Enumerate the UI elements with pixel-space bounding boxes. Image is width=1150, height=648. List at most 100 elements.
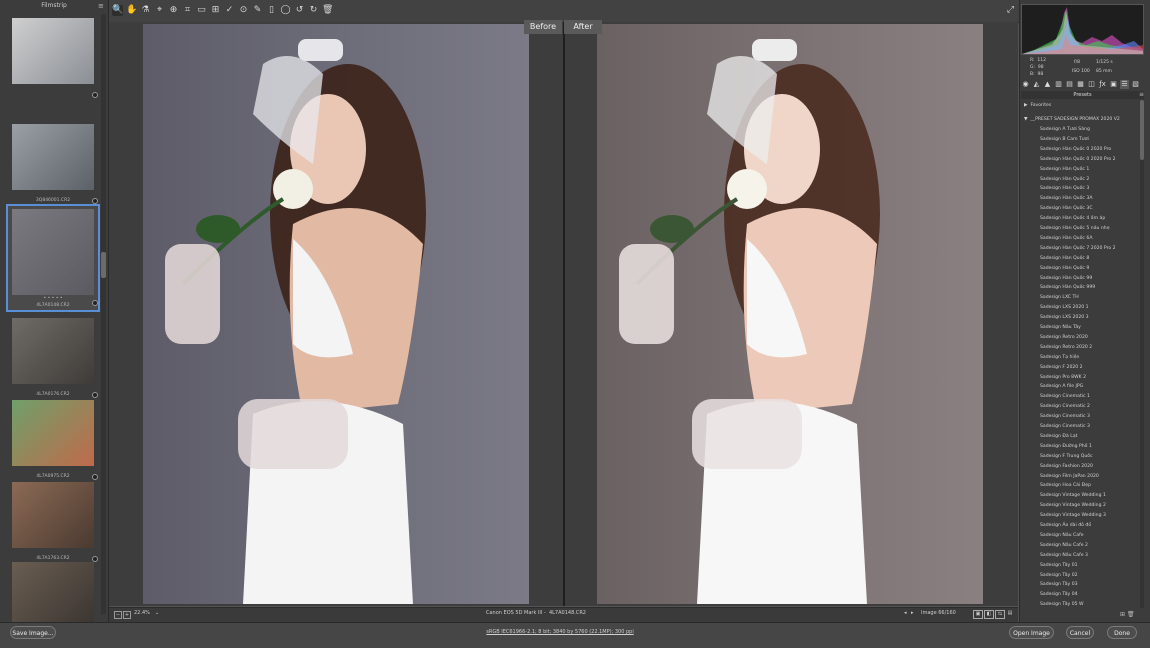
- preset-item[interactable]: Sadesign Cinematic 3: [1040, 422, 1140, 431]
- crop-icon[interactable]: ⌗: [182, 5, 193, 16]
- red-eye-icon[interactable]: ⊙: [238, 5, 249, 16]
- presets-scrollbar[interactable]: [1140, 100, 1144, 608]
- preset-item[interactable]: ★Sadesign B Cam Tươi: [1040, 135, 1140, 144]
- preset-item[interactable]: ★Sadesign F Trung Quốc: [1040, 452, 1140, 461]
- preset-item[interactable]: Sadesign Vintage Wedding 3: [1040, 511, 1140, 520]
- preset-item[interactable]: Sadesign Tây 02: [1040, 571, 1140, 580]
- tab-tone-curve-icon[interactable]: ◭: [1032, 80, 1041, 89]
- preset-group[interactable]: ▼ __PRESET SADESIGN PROMAX 2020 V2: [1024, 117, 1120, 122]
- preset-item[interactable]: Sadesign Fashion 2020: [1040, 462, 1140, 471]
- next-image-icon[interactable]: ▸: [911, 610, 917, 616]
- presets-scrollbar-thumb[interactable]: [1140, 100, 1144, 160]
- straighten-icon[interactable]: ▭: [196, 5, 207, 16]
- hand-icon[interactable]: ✋: [126, 5, 137, 16]
- zoom-out-icon[interactable]: −: [114, 611, 122, 619]
- preset-item[interactable]: Sadesign Film JaPan 2020: [1040, 472, 1140, 481]
- preset-item[interactable]: Sadesign Hàn Quốc 2: [1040, 175, 1140, 184]
- swap-view-icon[interactable]: ⇆: [995, 610, 1005, 619]
- preset-item[interactable]: Sadesign Tây 01: [1040, 561, 1140, 570]
- filmstrip-menu-icon[interactable]: ≡: [98, 2, 106, 10]
- tab-basic-icon[interactable]: ◉: [1021, 80, 1030, 89]
- preset-item[interactable]: Sadesign Tây 05 W: [1040, 600, 1140, 609]
- preset-item[interactable]: Sadesign Tây 04: [1040, 590, 1140, 599]
- thumb-image[interactable]: [12, 18, 94, 84]
- filmstrip-thumb[interactable]: 4L7A0975.CR2: [8, 400, 98, 480]
- tab-detail-icon[interactable]: ▲: [1043, 80, 1052, 89]
- filmstrip-scrollbar-thumb[interactable]: [101, 252, 106, 278]
- view-compare-icon[interactable]: ◧: [984, 610, 994, 619]
- preset-item[interactable]: Sadesign Cinematic 2: [1040, 402, 1140, 411]
- filmstrip-thumb[interactable]: 3Q846001.CR2: [8, 124, 98, 204]
- new-preset-icon[interactable]: ⊞: [1120, 611, 1125, 618]
- preset-item[interactable]: Sadesign Đường Phố 1: [1040, 442, 1140, 451]
- preset-item[interactable]: Sadesign Vintage Wedding 2: [1040, 501, 1140, 510]
- preset-item[interactable]: Sadesign Hàn Quốc 1: [1040, 165, 1140, 174]
- filmstrip-thumb[interactable]: 4L7A1763.CR2: [8, 482, 98, 562]
- preset-item[interactable]: Sadesign Hàn Quốc 8: [1040, 254, 1140, 263]
- preset-item[interactable]: Sadesign Nâu Cafe 3: [1040, 551, 1140, 560]
- preset-item[interactable]: Sadesign Vintage Wedding 1: [1040, 491, 1140, 500]
- preset-item[interactable]: ★Sadesign LXS 2020 3: [1040, 313, 1140, 322]
- zoom-icon[interactable]: 🔍: [112, 5, 123, 16]
- preset-item[interactable]: Sadesign Hàn Quốc 9: [1040, 264, 1140, 273]
- graduated-filter-icon[interactable]: ▯: [266, 5, 277, 16]
- preset-item[interactable]: Sadesign Hàn Quốc 4 ấm áp: [1040, 214, 1140, 223]
- filmstrip-thumb[interactable]: 4L7A0176.CR2: [8, 318, 98, 398]
- target-adjust-icon[interactable]: ⊕: [168, 5, 179, 16]
- preset-item[interactable]: Sadesign LXC TH: [1040, 293, 1140, 302]
- view-single-icon[interactable]: ▣: [973, 610, 983, 619]
- preset-item[interactable]: ★Sadesign LXS 2020 1: [1040, 303, 1140, 312]
- prev-image-icon[interactable]: ◂: [904, 610, 910, 616]
- preset-item[interactable]: Sadesign Hàn Quốc 5 nâu nhẹ: [1040, 224, 1140, 233]
- expand-arrow-icon[interactable]: ▶: [1024, 103, 1028, 108]
- done-button[interactable]: Done: [1107, 626, 1137, 639]
- preset-item[interactable]: Sadesign Cinematic 1: [1040, 392, 1140, 401]
- presets-menu-icon[interactable]: ≡: [1139, 91, 1145, 99]
- thumb-image[interactable]: [12, 400, 94, 466]
- preset-item[interactable]: Sadesign Hàn Quốc 99: [1040, 274, 1140, 283]
- spot-removal-icon[interactable]: ✓: [224, 5, 235, 16]
- transform-icon[interactable]: ⊞: [210, 5, 221, 16]
- thumb-image[interactable]: [12, 562, 94, 628]
- tab-split-toning-icon[interactable]: ▤: [1065, 80, 1074, 89]
- preset-item[interactable]: Sadesign Hoa Cái Đẹp: [1040, 481, 1140, 490]
- thumb-rating[interactable]: • • • • •: [8, 296, 98, 301]
- after-label[interactable]: After: [564, 20, 602, 34]
- tab-presets-icon[interactable]: ☰: [1120, 80, 1129, 89]
- preset-item[interactable]: ★Sadesign A Tươi Sáng: [1040, 125, 1140, 134]
- radial-filter-icon[interactable]: ◯: [280, 5, 291, 16]
- trash-icon[interactable]: 🗑: [322, 5, 333, 16]
- tab-transform-icon[interactable]: ◫: [1087, 80, 1096, 89]
- preset-item[interactable]: Sadesign Retro 2020: [1040, 333, 1140, 342]
- filmstrip-thumb[interactable]: • • • • • 4L7A0148.CR2: [6, 204, 100, 312]
- view-options-icon[interactable]: ▤: [1006, 610, 1014, 617]
- save-image-button[interactable]: Save Image...: [10, 626, 56, 639]
- preset-item[interactable]: Sadesign Hàn Quốc 3C: [1040, 204, 1140, 213]
- delete-preset-icon[interactable]: 🗑: [1127, 611, 1135, 618]
- filmstrip-scrollbar[interactable]: [101, 14, 106, 614]
- brush-icon[interactable]: ✎: [252, 5, 263, 16]
- preset-item[interactable]: Sadesign Nâu Cafe 2: [1040, 541, 1140, 550]
- preset-item[interactable]: ★Sadesign Pro 8WK 2: [1040, 373, 1140, 382]
- rotate-cw-icon[interactable]: ↻: [308, 5, 319, 16]
- favorites-group[interactable]: ▶ Favorites: [1024, 103, 1051, 108]
- preset-item[interactable]: Sadesign Hàn Quốc 0 2020 Pro: [1040, 145, 1140, 154]
- preset-item[interactable]: Sadesign Hàn Quốc 6A: [1040, 234, 1140, 243]
- preset-item[interactable]: Sadesign F 2020 2: [1040, 363, 1140, 372]
- preset-item[interactable]: Sadesign Tây 03: [1040, 580, 1140, 589]
- tab-effects-icon[interactable]: ƒx: [1098, 80, 1107, 89]
- preset-item[interactable]: Sadesign Hàn Quốc 3: [1040, 184, 1140, 193]
- preset-item[interactable]: ★Sadesign Nâu Tây: [1040, 323, 1140, 332]
- preset-item[interactable]: Sadesign Cinematic 3: [1040, 412, 1140, 421]
- preset-item[interactable]: Sadesign Hàn Quốc 0 2020 Pro 2: [1040, 155, 1140, 164]
- cancel-button[interactable]: Cancel: [1066, 626, 1094, 639]
- thumb-image[interactable]: [12, 124, 94, 190]
- thumb-image[interactable]: [12, 482, 94, 548]
- workflow-options-link[interactable]: sRGB IEC61966-2.1; 8 bit; 3840 by 5760 (…: [480, 629, 640, 635]
- preset-item[interactable]: Sadesign Áo dài đỏ đồ: [1040, 521, 1140, 530]
- before-label[interactable]: Before: [524, 20, 562, 34]
- rotate-ccw-icon[interactable]: ↺: [294, 5, 305, 16]
- zoom-in-icon[interactable]: +: [123, 611, 131, 619]
- preset-item[interactable]: Sadesign Hàn Quốc 999: [1040, 283, 1140, 292]
- zoom-level[interactable]: 22.4%: [134, 610, 154, 616]
